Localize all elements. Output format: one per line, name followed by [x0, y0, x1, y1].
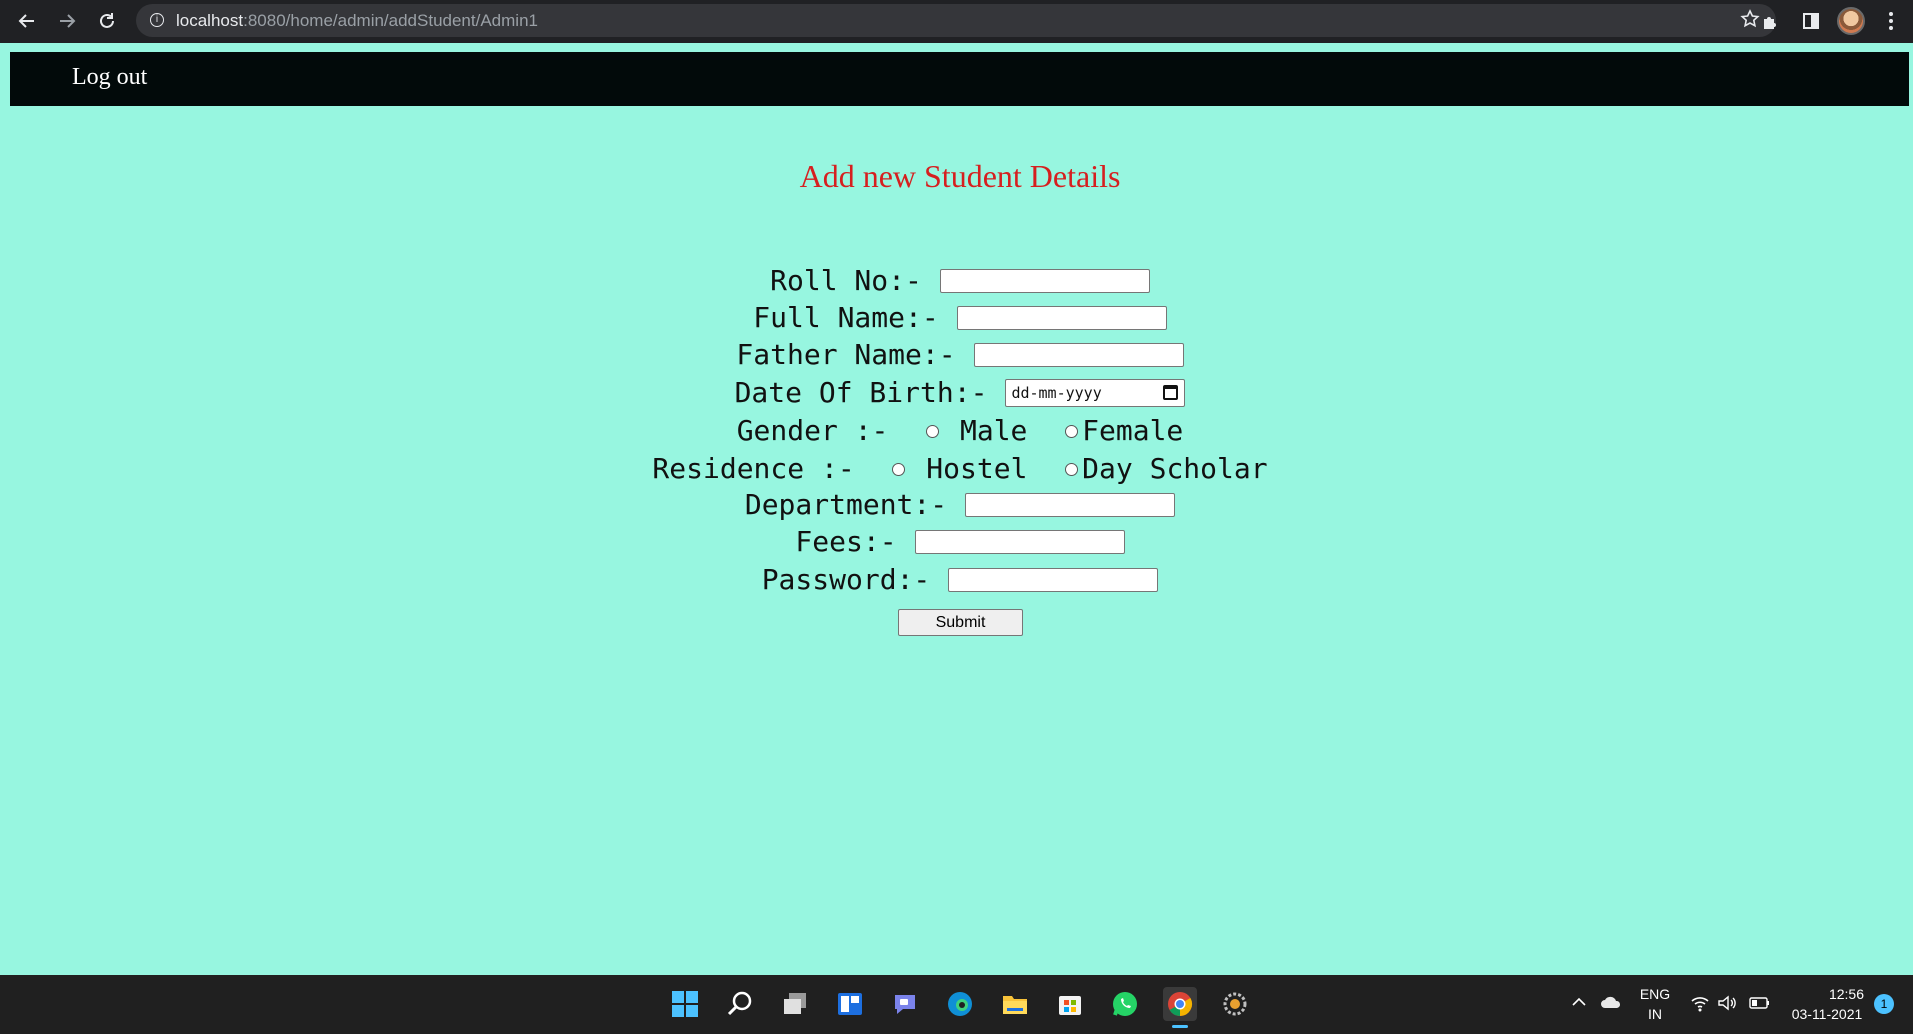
roll-no-label: Roll No:- [770, 264, 922, 297]
gender-female-radio[interactable] [1065, 424, 1079, 438]
info-icon[interactable]: i [150, 13, 164, 27]
reload-icon[interactable] [92, 6, 122, 36]
whatsapp-icon[interactable] [1108, 987, 1142, 1021]
residence-dayscholar-label: Day Scholar [1082, 452, 1268, 485]
back-icon[interactable] [12, 6, 42, 36]
gender-male-label: Male [959, 414, 1028, 447]
residence-row: Residence :- Hostel Day Scholar [0, 451, 1913, 486]
clock[interactable]: 12:56 03-11-2021 [1782, 984, 1872, 1024]
wifi-icon[interactable] [1690, 994, 1710, 1017]
edge-icon[interactable] [943, 987, 977, 1021]
language-line1: ENG [1639, 986, 1671, 1002]
browser-toolbar: i localhost:8080/home/admin/addStudent/A… [0, 0, 1913, 43]
fees-label: Fees:- [795, 525, 897, 558]
profile-avatar[interactable] [1836, 6, 1866, 36]
residence-label: Residence :- [652, 452, 855, 485]
roll-no-row: Roll No:- [0, 263, 1913, 298]
top-navbar: Log out [10, 52, 1909, 106]
gender-male-radio[interactable] [926, 424, 940, 438]
full-name-row: Full Name:- [0, 300, 1913, 335]
full-name-input[interactable] [956, 306, 1167, 330]
widgets-icon[interactable] [833, 987, 867, 1021]
gender-female-label: Female [1082, 414, 1184, 447]
logout-link[interactable]: Log out [72, 64, 147, 91]
address-bar[interactable]: i localhost:8080/home/admin/addStudent/A… [136, 4, 1776, 37]
chevron-up-icon[interactable] [1570, 993, 1588, 1016]
dob-row: Date Of Birth:- dd-mm-yyyy [0, 375, 1913, 410]
store-icon[interactable] [1053, 987, 1087, 1021]
settings-icon[interactable] [1218, 987, 1252, 1021]
chrome-icon[interactable] [1163, 987, 1197, 1028]
department-input[interactable] [965, 493, 1176, 517]
calendar-icon[interactable] [1163, 385, 1179, 400]
residence-hostel-label: Hostel [926, 452, 1028, 485]
volume-icon[interactable] [1717, 994, 1737, 1017]
password-input[interactable] [948, 568, 1159, 592]
father-name-input[interactable] [973, 343, 1184, 367]
task-view-icon[interactable] [778, 987, 812, 1021]
department-label: Department:- [744, 488, 948, 521]
residence-dayscholar-radio[interactable] [1065, 462, 1079, 476]
clock-date: 03-11-2021 [1791, 1006, 1863, 1022]
page-title: Add new Student Details [799, 158, 1121, 194]
fees-input[interactable] [914, 530, 1125, 554]
father-name-row: Father Name:- [0, 337, 1913, 372]
search-icon[interactable] [723, 987, 757, 1021]
fees-row: Fees:- [0, 524, 1913, 559]
roll-no-input[interactable] [939, 269, 1150, 293]
gender-label: Gender :- [736, 414, 889, 447]
language-line2: IN [1648, 1006, 1662, 1022]
password-row: Password:- [0, 562, 1913, 597]
menu-icon[interactable] [1876, 6, 1906, 36]
teams-chat-icon[interactable] [888, 987, 922, 1021]
url-text: localhost:8080/home/admin/addStudent/Adm… [176, 11, 538, 31]
dob-placeholder: dd-mm-yyyy [1011, 384, 1102, 402]
gender-row: Gender :- Male Female [0, 413, 1913, 448]
full-name-label: Full Name:- [753, 301, 939, 334]
windows-start-icon[interactable] [668, 987, 702, 1021]
battery-icon[interactable] [1747, 995, 1771, 1016]
clock-time: 12:56 [1828, 986, 1864, 1002]
residence-hostel-radio[interactable] [892, 462, 906, 476]
dob-input[interactable]: dd-mm-yyyy [1005, 379, 1186, 407]
password-label: Password:- [761, 563, 931, 596]
forward-icon[interactable] [52, 6, 82, 36]
url-host: localhost [176, 11, 244, 30]
department-row: Department:- [0, 487, 1913, 522]
windows-taskbar: ENG IN 12:56 03-11-2021 [0, 975, 1913, 1034]
dob-label: Date Of Birth:- [734, 376, 988, 409]
sidepanel-icon[interactable] [1796, 6, 1826, 36]
onedrive-icon[interactable] [1600, 994, 1622, 1015]
language-indicator[interactable]: ENG IN [1637, 984, 1673, 1024]
submit-button[interactable]: Submit [898, 609, 1023, 636]
father-name-label: Father Name:- [736, 338, 956, 371]
file-explorer-icon[interactable] [998, 987, 1032, 1021]
active-indicator [1172, 1025, 1188, 1028]
url-path: :8080/home/admin/addStudent/Admin1 [243, 11, 538, 30]
extensions-icon[interactable] [1756, 6, 1786, 36]
notification-badge[interactable]: 1 [1874, 994, 1894, 1014]
